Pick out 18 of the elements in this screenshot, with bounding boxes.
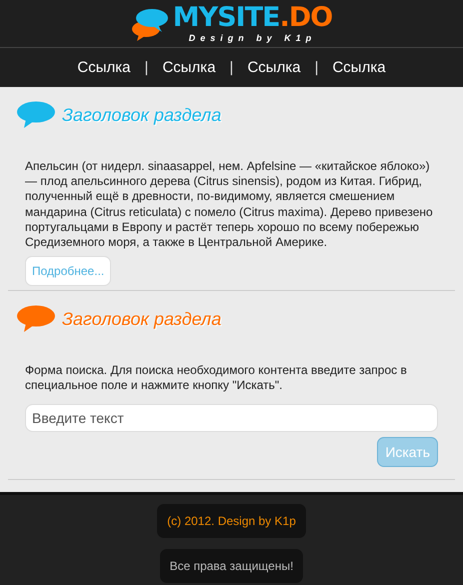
- nav-separator: |: [314, 59, 318, 76]
- speech-bubble-icon: [16, 101, 56, 129]
- section-title: Заголовок раздела: [62, 104, 222, 126]
- copyright-text: (c) 2012. Design by K1p: [157, 504, 306, 538]
- nav-link[interactable]: Ссылка: [247, 59, 301, 76]
- section-text: Форма поиска. Для поиска необходимого контента введите запрос в специальное поле и нажмите кнопку "Искать".: [25, 363, 408, 394]
- nav-link[interactable]: Ссылка: [77, 59, 131, 76]
- nav-link[interactable]: Ссылка: [332, 59, 386, 76]
- nav-separator: |: [230, 59, 234, 76]
- speech-bubble-icon: [16, 305, 56, 334]
- tagline: Design by K1p: [188, 33, 316, 43]
- search-field[interactable]: Введите текст: [25, 404, 438, 432]
- nav-separator: |: [144, 59, 148, 76]
- rights-text: Все права защищены!: [160, 548, 304, 583]
- section-text: Апельсин (от нидерл. sinaasappel, нем. Apfelsine — «китайское яблоко») — плод апельсинного дерева (Citrus sinensis), родом из Китая. Гибрид, полученный ещё в древности, по-видимому, является смешением мандарина (Citrus reticulata) с помело (Citrus maxima). Дерево привезено португальцами в Европу и растёт теперь хорошо по всему побережью Средиземного моря, а также в Центральной Америке.: [25, 159, 434, 250]
- nav-link[interactable]: Ссылка: [162, 59, 216, 76]
- site-logo: MYSITE.DO: [172, 4, 332, 32]
- section-title: Заголовок раздела: [62, 308, 222, 330]
